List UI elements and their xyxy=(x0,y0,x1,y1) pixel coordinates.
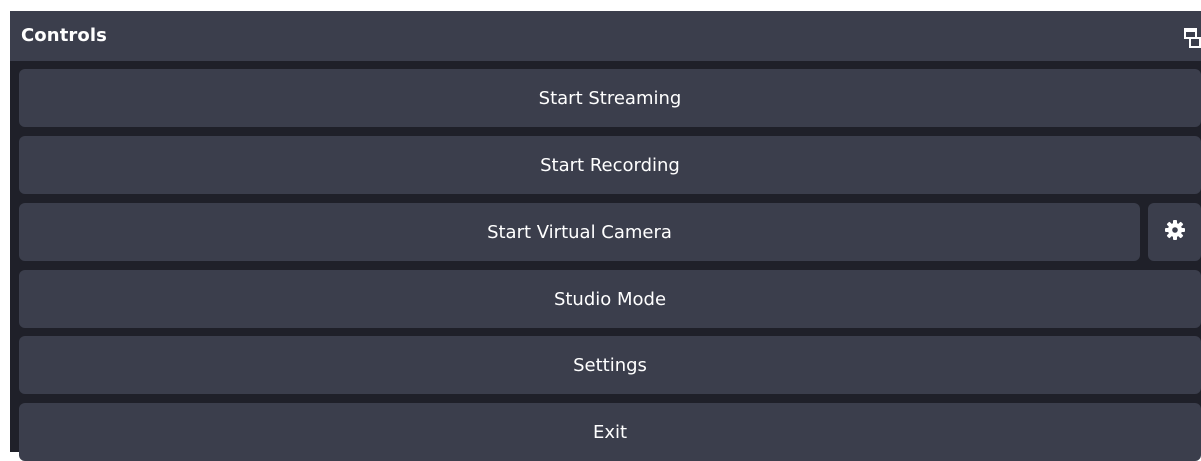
dock-title: Controls xyxy=(21,25,107,46)
exit-label: Exit xyxy=(592,421,628,443)
start-recording-label: Start Recording xyxy=(540,154,680,176)
start-virtual-camera-label: Start Virtual Camera xyxy=(487,221,672,243)
controls-dock: Controls Start Streaming Start Recording… xyxy=(10,11,1201,461)
gear-icon xyxy=(1164,220,1185,244)
settings-button[interactable]: Settings xyxy=(19,336,1201,394)
start-streaming-button[interactable]: Start Streaming xyxy=(19,69,1201,127)
start-virtual-camera-button[interactable]: Start Virtual Camera xyxy=(19,203,1140,261)
start-streaming-label: Start Streaming xyxy=(538,87,682,109)
settings-label: Settings xyxy=(573,354,647,376)
exit-button[interactable]: Exit xyxy=(19,403,1201,461)
undock-icon[interactable] xyxy=(1184,28,1201,48)
studio-mode-button[interactable]: Studio Mode xyxy=(19,270,1201,328)
virtual-camera-settings-button[interactable] xyxy=(1148,203,1201,261)
dock-title-bar: Controls xyxy=(10,11,1201,61)
start-recording-button[interactable]: Start Recording xyxy=(19,136,1201,194)
studio-mode-label: Studio Mode xyxy=(553,288,667,310)
